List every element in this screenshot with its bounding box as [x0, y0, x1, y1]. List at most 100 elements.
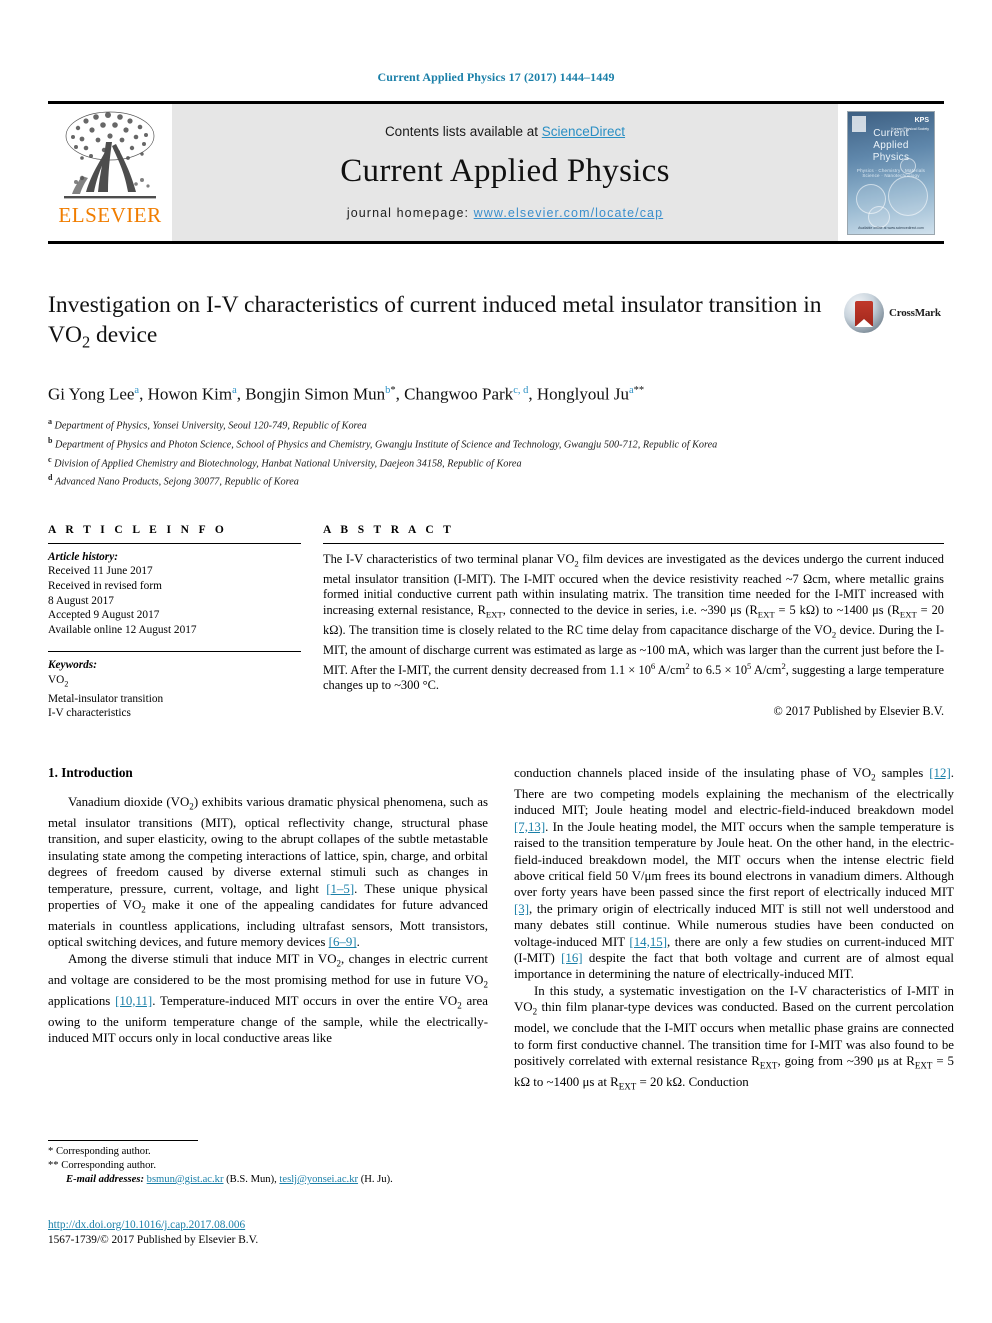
author-affiliation-mark[interactable]: c, d — [513, 385, 528, 396]
footnote-text: Corresponding author. — [61, 1160, 156, 1171]
affiliation-label: d — [48, 473, 53, 483]
article-history-block: Article history: Received 11 June 2017 R… — [48, 544, 301, 638]
footnote-mark: * — [48, 1146, 54, 1157]
contents-line: Contents lists available at ScienceDirec… — [385, 124, 625, 139]
affiliation-text: Division of Applied Chemistry and Biotec… — [54, 457, 522, 469]
running-head: Current Applied Physics 17 (2017) 1444–1… — [377, 70, 615, 84]
citation-link[interactable]: [6–9] — [329, 935, 357, 949]
affiliation-label: c — [48, 454, 52, 464]
footnote-corresponding-2: ** Corresponding author. — [48, 1159, 488, 1173]
crossmark-icon — [844, 293, 884, 333]
footnote-text: Corresponding author. — [55, 1146, 151, 1157]
author-corresponding-mark[interactable]: * — [390, 385, 395, 396]
citation-link[interactable]: [14,15] — [629, 935, 667, 949]
affiliation-label: a — [48, 417, 52, 427]
elsevier-wordmark: ELSEVIER — [58, 203, 162, 227]
doi-link[interactable]: http://dx.doi.org/10.1016/j.cap.2017.08.… — [48, 1219, 245, 1231]
contents-prefix: Contents lists available at — [384, 123, 542, 139]
affiliation-item: a Department of Physics, Yonsei Universi… — [48, 415, 928, 434]
author-corresponding-mark[interactable]: ** — [634, 385, 645, 396]
citation-link[interactable]: [16] — [561, 951, 582, 965]
citation-link[interactable]: [7,13] — [514, 820, 545, 834]
sciencedirect-link[interactable]: ScienceDirect — [542, 124, 625, 139]
footnote-rule — [48, 1140, 198, 1141]
affiliation-text: Department of Physics, Yonsei University… — [54, 420, 367, 432]
body-column-left: 1. Introduction Vanadium dioxide (VO2) e… — [48, 765, 488, 1095]
crossmark-label: CrossMark — [889, 307, 941, 319]
section-heading-introduction: 1. Introduction — [48, 764, 133, 780]
article-history-line: 8 August 2017 — [48, 594, 114, 607]
author-name: Howon Kim — [147, 384, 233, 404]
elsevier-tree-icon — [64, 111, 156, 199]
info-abstract-row: A R T I C L E I N F O Article history: R… — [48, 524, 944, 721]
article-history-label: Article history: — [48, 550, 118, 563]
affiliation-text: Advanced Nano Products, Sejong 30077, Re… — [54, 476, 299, 488]
author-list: Gi Yong Leea, Howon Kima, Bongjin Simon … — [48, 384, 645, 404]
crossmark-badge[interactable]: CrossMark — [844, 292, 944, 334]
keyword-item: VO2 — [48, 673, 69, 689]
citation-link[interactable]: [10,11] — [115, 994, 152, 1008]
article-title-text: Investigation on I-V characteristics of … — [48, 292, 822, 348]
citation-link[interactable]: [1–5] — [326, 882, 354, 896]
abstract-copyright: © 2017 Published by Elsevier B.V. — [773, 704, 944, 718]
affiliation-label: b — [48, 435, 53, 445]
article-info-column: A R T I C L E I N F O Article history: R… — [48, 524, 301, 721]
article-title-tail: device — [90, 322, 158, 348]
body-column-right: conduction channels placed inside of the… — [514, 765, 954, 1095]
journal-title: Current Applied Physics — [340, 152, 670, 189]
journal-homepage-line: journal homepage: www.elsevier.com/locat… — [347, 206, 663, 220]
article-history-line: Received in revised form — [48, 579, 162, 592]
affiliation-item: c Division of Applied Chemistry and Biot… — [48, 453, 928, 472]
cover-footer: Available online at www.sciencedirect.co… — [858, 225, 924, 230]
affiliation-list: a Department of Physics, Yonsei Universi… — [48, 415, 928, 489]
article-history-line: Accepted 9 August 2017 — [48, 609, 160, 622]
email-link-ju[interactable]: teslj@yonsei.ac.kr — [279, 1174, 358, 1185]
abstract-column: A B S T R A C T The I-V characteristics … — [323, 524, 944, 721]
article-history-line: Available online 12 August 2017 — [48, 623, 197, 636]
footnote-mark: ** — [48, 1160, 59, 1171]
footnote-emails: E-mail addresses: bsmun@gist.ac.kr (B.S.… — [48, 1173, 488, 1187]
journal-masthead: ELSEVIER Contents lists available at Sci… — [48, 101, 944, 244]
journal-homepage-link[interactable]: www.elsevier.com/locate/cap — [474, 206, 664, 220]
keyword-item: I-V characteristics — [48, 707, 131, 720]
article-title: Investigation on I-V characteristics of … — [48, 290, 828, 358]
abstract-heading: A B S T R A C T — [323, 523, 455, 536]
paper-page: Current Applied Physics 17 (2017) 1444–1… — [0, 0, 992, 1323]
keywords-label: Keywords: — [48, 659, 97, 672]
article-info-heading: A R T I C L E I N F O — [48, 523, 228, 536]
journal-cover-thumbnail: KPS Korean Physical Society Current Appl… — [847, 110, 935, 235]
elsevier-logo: ELSEVIER — [48, 104, 172, 241]
cover-title: Current Applied Physics — [872, 127, 910, 163]
affiliation-text: Department of Physics and Photon Science… — [55, 439, 718, 451]
author-name: Honglyoul Ju — [536, 384, 629, 404]
doi-block: http://dx.doi.org/10.1016/j.cap.2017.08.… — [48, 1218, 488, 1248]
paragraph: Vanadium dioxide (VO2) exhibits various … — [48, 794, 488, 950]
paragraph: In this study, a systematic investigatio… — [514, 983, 954, 1092]
keywords-block: Keywords: VO2 Metal-insulator transition… — [48, 652, 301, 721]
cover-bubble-3 — [868, 205, 890, 228]
affiliation-item: d Advanced Nano Products, Sejong 30077, … — [48, 471, 928, 490]
author-affiliation-mark[interactable]: a — [134, 385, 139, 396]
author-affiliation-mark[interactable]: a — [232, 385, 237, 396]
cover-subtitle: Physics · Chemistry · Materials Science … — [856, 167, 926, 178]
citation-link[interactable]: [12] — [929, 766, 950, 780]
title-area: Investigation on I-V characteristics of … — [48, 290, 944, 490]
email-link-mun[interactable]: bsmun@gist.ac.kr — [147, 1174, 224, 1185]
cover-bubble-4 — [900, 157, 916, 174]
masthead-center: Contents lists available at ScienceDirec… — [172, 104, 838, 241]
footnote-block: * Corresponding author. ** Corresponding… — [48, 1140, 488, 1187]
cover-bubble-2 — [888, 175, 928, 216]
article-title-subscript: 2 — [81, 332, 91, 352]
issn-copyright-line: 1567-1739/© 2017 Published by Elsevier B… — [48, 1234, 259, 1246]
body-columns: 1. Introduction Vanadium dioxide (VO2) e… — [48, 765, 954, 1095]
abstract-text: The I-V characteristics of two terminal … — [323, 551, 945, 693]
affiliation-item: b Department of Physics and Photon Scien… — [48, 434, 928, 453]
author-name: Bongjin Simon Mun — [245, 384, 386, 404]
journal-cover-block: KPS Korean Physical Society Current Appl… — [838, 104, 944, 241]
citation-link[interactable]: [3] — [514, 902, 529, 916]
keyword-item: Metal-insulator transition — [48, 692, 164, 705]
article-history-line: Received 11 June 2017 — [48, 565, 153, 578]
homepage-prefix: journal homepage: — [346, 205, 474, 220]
footnote-corresponding-1: * Corresponding author. — [48, 1145, 488, 1159]
email-owner-ju: (H. Ju). — [360, 1174, 393, 1185]
